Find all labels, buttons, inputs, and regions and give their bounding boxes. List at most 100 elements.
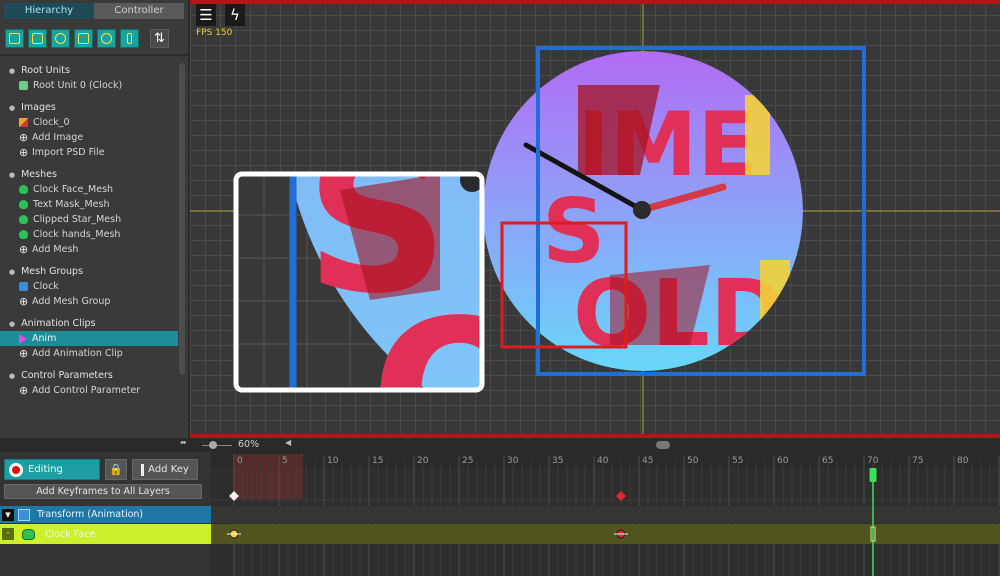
mesh-icon — [19, 215, 28, 224]
frame-tick-label: 55 — [732, 456, 743, 466]
timeline-canvas: 0510152025303540455055606570758085 — [211, 452, 1000, 576]
tree-item-add-image[interactable]: ⊕ Add Image — [0, 130, 178, 145]
add-keyframes-all-button[interactable]: Add Keyframes to All Layers — [4, 484, 202, 499]
layer-row-clock-face[interactable]: - Clock Face — [0, 524, 211, 544]
tab-hierarchy[interactable]: Hierarchy — [4, 3, 94, 19]
tree-item-add-mesh-group[interactable]: ⊕ Add Mesh Group — [0, 294, 178, 309]
panel-tabs: Hierarchy Controller — [4, 3, 184, 19]
zoom-slider-track[interactable] — [202, 445, 232, 446]
viewport-border-top — [190, 0, 1000, 4]
mesh-group-icon — [19, 282, 28, 291]
plus-icon: ⊕ — [19, 384, 29, 397]
frame-tick-label: 65 — [822, 456, 833, 466]
play-icon — [19, 333, 27, 344]
timeline-track-area[interactable]: 0510152025303540455055606570758085 — [211, 452, 1000, 576]
tree-item-label: Clock — [33, 281, 59, 292]
root-unit-icon[interactable] — [5, 29, 24, 48]
frame-tick-label: 45 — [642, 456, 653, 466]
zoom-slider-knob[interactable] — [209, 441, 217, 449]
tree-item-label: Clock Face_Mesh — [33, 184, 114, 195]
tree-item-text-mask-mesh[interactable]: Text Mask_Mesh — [0, 197, 178, 212]
tree-item-clipped-star-mesh[interactable]: Clipped Star_Mesh — [0, 212, 178, 227]
frame-tick-label: 80 — [957, 456, 969, 466]
tree-item-add-animation-clip[interactable]: ⊕ Add Animation Clip — [0, 346, 178, 361]
frame-tick-label: 15 — [372, 456, 383, 466]
tree-item-label: Clock_0 — [33, 117, 70, 128]
section-images[interactable]: ● Images — [0, 100, 178, 115]
mesh-group-icon[interactable] — [74, 29, 93, 48]
tree-item-label: Text Mask_Mesh — [33, 199, 110, 210]
toolbar-divider — [0, 54, 188, 56]
sort-icon[interactable]: ⇅ — [150, 29, 169, 48]
section-label: Images — [21, 102, 56, 113]
tree-item-root-unit[interactable]: Root Unit 0 (Clock) — [0, 78, 178, 93]
section-root-units[interactable]: ● Root Units — [0, 63, 178, 78]
animation-icon[interactable] — [97, 29, 116, 48]
control-param-icon[interactable] — [120, 29, 139, 48]
tree-item-add-control-parameter[interactable]: ⊕ Add Control Parameter — [0, 383, 178, 398]
layer-row-transform[interactable]: ▼ Transform (Animation) — [0, 506, 211, 523]
app-window: Hierarchy Controller ⇅ ● Root Units Root … — [0, 0, 1000, 576]
frame-tick-label: 50 — [687, 456, 699, 466]
tab-controller[interactable]: Controller — [94, 3, 184, 19]
frame-tick-label: 40 — [597, 456, 609, 466]
tree-item-import-psd[interactable]: ⊕ Import PSD File — [0, 145, 178, 160]
frame-tick-label: 70 — [867, 456, 879, 466]
mesh-icon[interactable] — [51, 29, 70, 48]
image-icon — [19, 118, 28, 127]
track-transform — [211, 506, 1000, 523]
track-clock-face — [211, 524, 1000, 544]
editing-toggle-button[interactable]: Editing — [4, 459, 100, 480]
viewport-status-strip: ⬌ 60% ◀ — [0, 438, 1000, 452]
scroll-left-icon[interactable]: ◀ — [285, 438, 291, 447]
tree-item-label: Import PSD File — [32, 147, 105, 158]
section-control-parameters[interactable]: ● Control Parameters — [0, 368, 178, 383]
summary-keyframe — [616, 491, 626, 501]
hamburger-icon[interactable]: ☰ — [196, 4, 216, 26]
keyframe-icon — [141, 463, 145, 476]
section-label: Mesh Groups — [21, 266, 84, 277]
clock-pivot — [633, 201, 651, 219]
tree-item-label: Add Animation Clip — [32, 348, 123, 359]
add-key-label: Add Key — [148, 464, 189, 475]
hierarchy-panel: Hierarchy Controller ⇅ ● Root Units Root … — [0, 0, 188, 438]
tree-item-label: Anim — [32, 333, 57, 344]
section-label: Animation Clips — [21, 318, 96, 329]
frame-tick-label: 75 — [912, 456, 923, 466]
collapse-toggle[interactable]: ▼ — [2, 508, 14, 521]
mesh-icon — [19, 185, 28, 194]
horizontal-scrollbar[interactable] — [656, 441, 670, 449]
plus-icon: ⊕ — [19, 146, 29, 159]
section-meshes[interactable]: ● Meshes — [0, 167, 178, 182]
mesh-icon — [22, 528, 35, 540]
frame-tick-label: 10 — [327, 456, 339, 466]
playhead-handle — [869, 468, 877, 482]
frame-tick-label: 60 — [777, 456, 789, 466]
section-mesh-groups[interactable]: ● Mesh Groups — [0, 264, 178, 279]
tree-item-clock-face-mesh[interactable]: Clock Face_Mesh — [0, 182, 178, 197]
lock-icon[interactable]: 🔒 — [105, 459, 127, 480]
hierarchy-toolbar: ⇅ — [5, 29, 169, 49]
tree-item-label: Add Mesh Group — [32, 296, 111, 307]
frame-tick-label: 20 — [417, 456, 429, 466]
tree-item-anim[interactable]: Anim — [0, 331, 178, 346]
plus-icon: ⊕ — [19, 243, 29, 256]
hierarchy-scrollbar[interactable] — [179, 63, 185, 375]
record-icon — [9, 462, 23, 477]
plus-icon: ⊕ — [19, 295, 29, 308]
tree-item-add-mesh[interactable]: ⊕ Add Mesh — [0, 242, 178, 257]
tree-item-clock-group[interactable]: Clock — [0, 279, 178, 294]
frame-tick-label: 5 — [282, 456, 288, 466]
layer-toggle[interactable]: - — [2, 528, 14, 540]
section-animation-clips[interactable]: ● Animation Clips — [0, 316, 178, 331]
section-label: Root Units — [21, 65, 70, 76]
scene-viewport[interactable]: IME S OLD — [190, 0, 1000, 438]
add-key-button[interactable]: Add Key — [132, 459, 198, 480]
tree-item-clock-image[interactable]: Clock_0 — [0, 115, 178, 130]
editing-label: Editing — [28, 464, 63, 475]
image-icon[interactable] — [28, 29, 47, 48]
lightning-icon[interactable]: ϟ — [225, 4, 245, 26]
resize-icon[interactable]: ⬌ — [180, 438, 187, 447]
tree-item-clock-hands-mesh[interactable]: Clock hands_Mesh — [0, 227, 178, 242]
section-label: Meshes — [21, 169, 57, 180]
